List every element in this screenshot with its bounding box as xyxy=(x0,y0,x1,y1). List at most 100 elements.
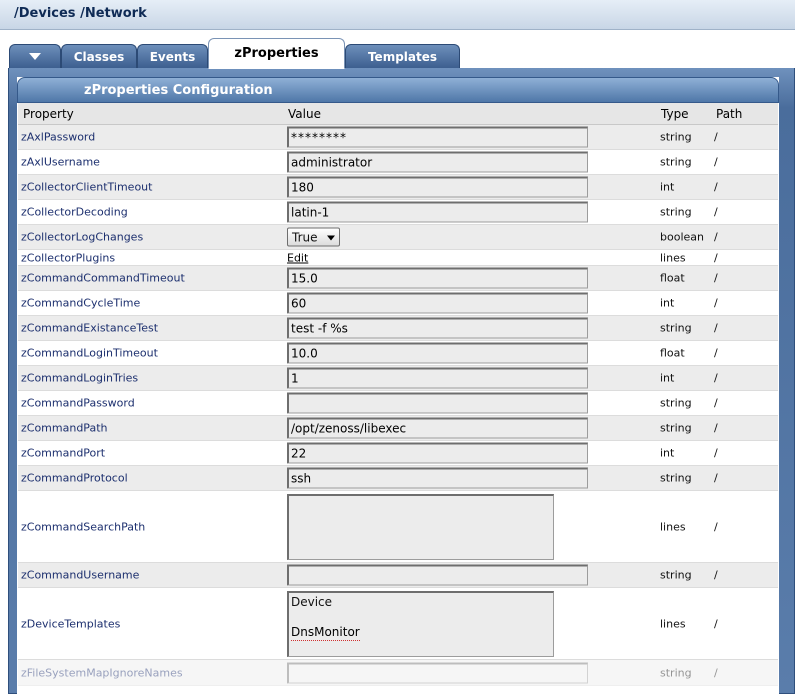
value-field[interactable]: /opt/zenoss/libexec xyxy=(287,417,588,439)
property-path: / xyxy=(714,617,718,630)
value-select-wrap: True xyxy=(287,227,340,247)
property-type: string xyxy=(660,421,692,435)
property-type: string xyxy=(660,471,692,485)
property-type: string xyxy=(660,396,692,410)
table-row: zCommandCommandTimeout 15.0 float / xyxy=(18,266,778,291)
select-value: True xyxy=(292,230,318,244)
property-name: zFileSystemMapIgnoreNames xyxy=(21,666,183,679)
property-path: / xyxy=(714,296,718,310)
value-field[interactable] xyxy=(287,564,588,586)
chevron-down-icon xyxy=(327,235,335,241)
tab-zproperties[interactable]: zProperties xyxy=(208,38,345,69)
property-name: zDeviceTemplates xyxy=(21,617,121,630)
table-row: zAxlPassword ******** string / xyxy=(18,125,778,150)
property-name: zCommandExistanceTest xyxy=(21,321,159,335)
property-path: / xyxy=(714,180,718,194)
property-name: zCollectorPlugins xyxy=(21,251,116,264)
property-path: / xyxy=(714,568,718,582)
property-type: string xyxy=(660,130,692,144)
property-name: zCommandCycleTime xyxy=(21,296,141,310)
property-type: lines xyxy=(660,520,686,533)
textarea-line: DnsMonitor xyxy=(291,624,360,641)
table-row: zAxlUsername administrator string / xyxy=(18,150,778,175)
value-field[interactable] xyxy=(287,392,588,414)
triangle-down-icon xyxy=(29,53,41,60)
column-header-value: Value xyxy=(288,107,321,121)
column-header-path: Path xyxy=(716,107,743,121)
property-path: / xyxy=(714,230,718,244)
table-row: zCommandUsername string / xyxy=(18,563,778,588)
value-field[interactable]: test -f %s xyxy=(287,317,588,339)
tab-menu-button[interactable] xyxy=(9,44,61,68)
property-name: zCommandProtocol xyxy=(21,471,128,485)
property-type: float xyxy=(660,271,685,285)
table-row: zCollectorLogChanges True boolean / xyxy=(18,225,778,250)
property-name: zCommandCommandTimeout xyxy=(21,271,185,285)
property-path: / xyxy=(714,271,718,285)
property-path: / xyxy=(714,205,718,219)
property-path: / xyxy=(714,155,718,169)
property-name: zCommandPassword xyxy=(21,396,135,410)
value-field[interactable]: 10.0 xyxy=(287,342,588,364)
column-header-property: Property xyxy=(23,107,74,121)
property-type: string xyxy=(660,155,692,169)
property-type: string xyxy=(660,568,692,582)
property-type: string xyxy=(660,666,692,679)
table-row: zCommandProtocol ssh string / xyxy=(18,466,778,491)
property-path: / xyxy=(714,446,718,460)
table-row: zCollectorPlugins Edit lines / xyxy=(18,250,778,266)
tab-templates[interactable]: Templates xyxy=(345,44,460,68)
breadcrumb: /Devices /Network xyxy=(14,6,147,21)
value-field[interactable] xyxy=(287,662,588,683)
table-row: zDeviceTemplates Device DnsMonitor lines / xyxy=(18,588,778,660)
property-name: zCommandUsername xyxy=(21,568,140,582)
value-field[interactable]: ******** xyxy=(287,126,588,148)
table-row: zCommandLoginTimeout 10.0 float / xyxy=(18,341,778,366)
property-path: / xyxy=(714,130,718,144)
properties-table: zAxlPassword ******** string / zAxlUsername a… xyxy=(18,125,778,686)
property-type: string xyxy=(660,205,692,219)
property-path: / xyxy=(714,421,718,435)
property-path: / xyxy=(714,371,718,385)
textarea-line: Device xyxy=(291,594,333,609)
table-row: zCommandPort 22 int / xyxy=(18,441,778,466)
table-row: zCommandPassword string / xyxy=(18,391,778,416)
value-field[interactable]: 22 xyxy=(287,442,588,464)
property-type: int xyxy=(660,180,675,194)
value-field[interactable]: 1 xyxy=(287,367,588,389)
value-field[interactable]: ssh xyxy=(287,467,588,489)
boolean-select[interactable]: True xyxy=(287,227,340,247)
property-name: zCommandLoginTries xyxy=(21,371,139,385)
value-field[interactable]: 15.0 xyxy=(287,267,588,289)
property-type: int xyxy=(660,446,675,460)
property-type: string xyxy=(660,321,692,335)
value-field[interactable]: 180 xyxy=(287,176,588,198)
value-textarea[interactable] xyxy=(287,493,554,560)
property-path: / xyxy=(714,251,718,264)
table-row: zFileSystemMapIgnoreNames string / xyxy=(18,660,778,686)
edit-link[interactable]: Edit xyxy=(287,251,308,264)
column-header-type: Type xyxy=(661,107,689,121)
property-path: / xyxy=(714,471,718,485)
property-path: / xyxy=(714,666,718,679)
table-row: zCollectorClientTimeout 180 int / xyxy=(18,175,778,200)
column-header-row: Property Value Type Path xyxy=(18,103,778,125)
tab-events[interactable]: Events xyxy=(137,44,208,68)
property-name: zCollectorClientTimeout xyxy=(21,180,153,194)
table-row: zCommandPath/opt/zenoss/libexec string / xyxy=(18,416,778,441)
property-name: zCommandPath xyxy=(21,421,108,435)
panel-title: zProperties Configuration xyxy=(17,77,779,103)
property-path: / xyxy=(714,520,718,533)
property-name: zCollectorLogChanges xyxy=(21,230,144,244)
property-path: / xyxy=(714,346,718,360)
value-field[interactable]: latin-1 xyxy=(287,201,588,223)
property-name: zCommandSearchPath xyxy=(21,520,146,533)
value-textarea[interactable]: Device DnsMonitor xyxy=(287,590,554,657)
table-row: zCollectorDecoding latin-1 string / xyxy=(18,200,778,225)
value-field[interactable]: administrator xyxy=(287,151,588,173)
value-field[interactable]: 60 xyxy=(287,292,588,314)
property-type: lines xyxy=(660,617,686,630)
property-path: / xyxy=(714,321,718,335)
tab-classes[interactable]: Classes xyxy=(61,44,137,68)
property-name: zAxlPassword xyxy=(21,130,96,144)
